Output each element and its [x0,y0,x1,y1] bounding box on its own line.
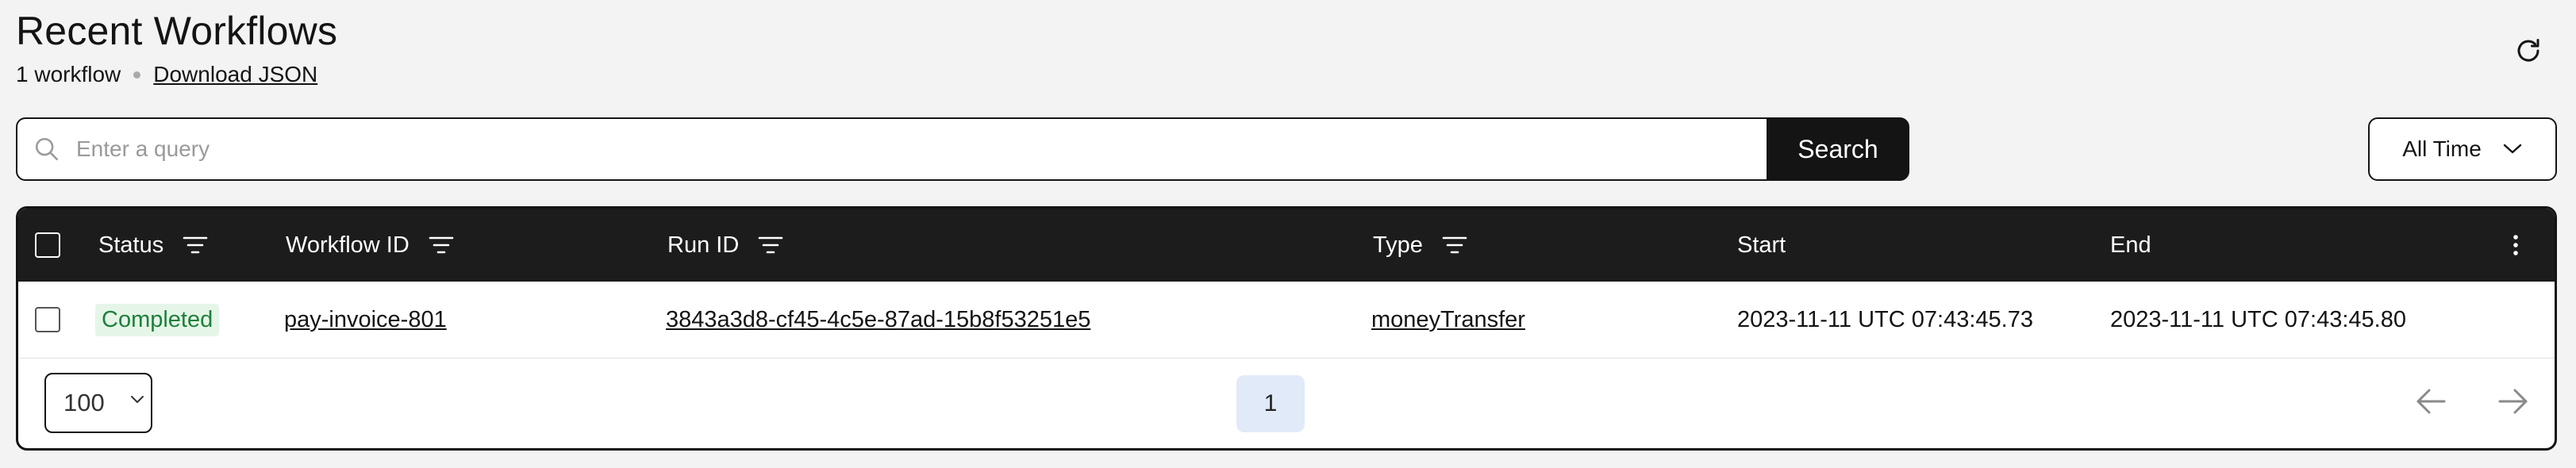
search-input[interactable] [75,136,1638,163]
arrow-left-icon [2416,389,2446,414]
time-range-value: All Time [2402,136,2482,161]
type-cell: moneyTransfer [1371,282,1525,358]
column-options-button[interactable] [2512,209,2520,282]
status-badge: Completed [95,303,220,336]
run-id-link[interactable]: 3843a3d8-cf45-4c5e-87ad-15b8f53251e5 [666,307,1090,333]
search-field[interactable] [16,117,1767,181]
column-label: Type [1373,232,1423,258]
more-vertical-icon [2513,235,2518,255]
column-label: Run ID [667,232,740,258]
start-time-cell: 2023-11-11 UTC 07:43:45.73 [1737,306,2033,332]
search-button[interactable]: Search [1767,117,1909,181]
table-header: Status Workflow ID Run ID Type Start End [18,209,2555,282]
workflow-count: 1 workflow [16,62,121,86]
next-page-button[interactable] [2497,387,2529,416]
search-bar: Search [16,117,1909,181]
column-label: Workflow ID [286,232,409,258]
download-json-link[interactable]: Download JSON [153,62,317,87]
select-all-checkbox[interactable] [35,232,60,258]
workflow-summary: 1 workflow Download JSON [16,62,317,87]
column-header-workflow-id: Workflow ID [286,209,454,282]
chevron-down-icon [2502,143,2523,155]
filter-icon[interactable] [183,236,208,255]
filter-icon[interactable] [429,236,454,255]
workflow-id-link[interactable]: pay-invoice-801 [284,307,447,333]
run-id-cell: 3843a3d8-cf45-4c5e-87ad-15b8f53251e5 [666,282,1090,358]
column-header-run-id: Run ID [667,209,783,282]
column-label: Start [1737,232,1786,258]
select-all-cell [35,209,60,282]
filter-icon[interactable] [1442,236,1467,255]
table-row[interactable]: Completed pay-invoice-801 3843a3d8-cf45-… [18,282,2555,359]
refresh-icon [2517,39,2539,62]
page-size-value: 100 [63,389,105,416]
column-label: End [2110,232,2151,258]
row-select-cell [35,282,60,358]
page-title: Recent Workflows [16,9,338,53]
end-time-cell: 2023-11-11 UTC 07:43:45.80 [2110,306,2406,332]
chevron-down-icon [130,395,144,405]
workflow-id-cell: pay-invoice-801 [284,282,447,358]
column-header-end: End [2110,209,2151,282]
page-number-button[interactable]: 1 [1236,375,1305,432]
search-icon [35,137,59,161]
column-header-start: Start [1737,209,1786,282]
status-cell: Completed [95,282,220,358]
previous-page-button[interactable] [2415,387,2447,416]
time-range-select[interactable]: All Time [2368,117,2557,181]
column-header-status: Status [98,209,208,282]
column-label: Status [98,232,164,258]
page-size-select[interactable]: 100 [44,373,152,433]
workflow-type-link[interactable]: moneyTransfer [1371,307,1525,333]
separator-dot [133,71,141,79]
arrow-right-icon [2498,389,2528,414]
row-checkbox[interactable] [35,307,60,332]
refresh-button[interactable] [2513,35,2544,67]
table-footer: 100 1 [18,359,2555,447]
column-header-type: Type [1373,209,1467,282]
filter-icon[interactable] [758,236,783,255]
workflows-table: Status Workflow ID Run ID Type Start End… [16,206,2557,451]
